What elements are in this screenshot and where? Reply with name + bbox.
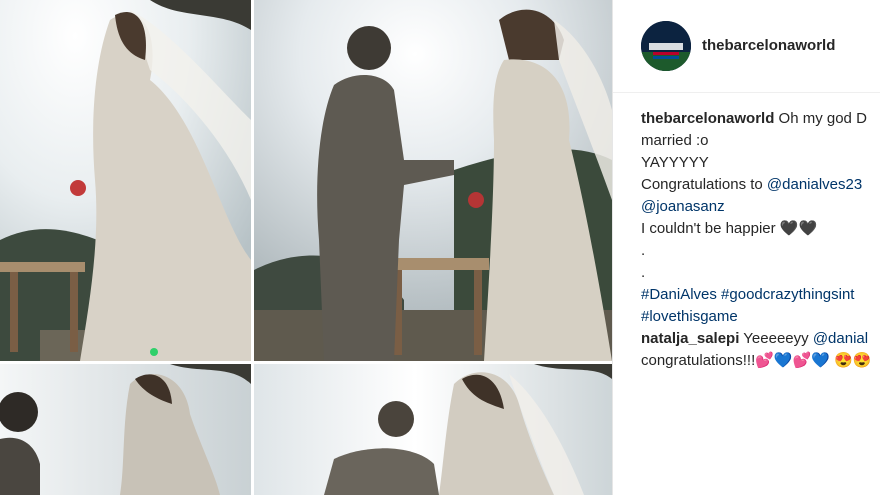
- mention-link-joanasanz[interactable]: @joanasanz: [641, 198, 725, 215]
- caption-line-5: @joanasanz: [641, 196, 880, 218]
- photo-couple-bottom-right: [254, 364, 612, 495]
- caption-dot-2: .: [641, 264, 646, 281]
- caption-hashtags-line: #DaniAlves #goodcrazythingsint: [641, 284, 880, 306]
- caption-author[interactable]: thebarcelonaworld: [641, 110, 774, 127]
- hashtag-link-lovethisgame[interactable]: #lovethisgame: [641, 308, 738, 325]
- hashtag-link-danialves[interactable]: #DaniAlves: [641, 286, 717, 303]
- photo-couple-vows: [254, 0, 612, 361]
- caption-line-2: married :o: [641, 132, 709, 149]
- comment-line-2: congratulations!!!💕💙💕💙 😍😍: [641, 350, 880, 372]
- comment-mention-link[interactable]: @danial: [813, 330, 868, 347]
- hearts-emoji-icon: 💕💙💕💙 😍😍: [755, 352, 872, 369]
- photo-collage[interactable]: [0, 0, 612, 495]
- caption-text-1: Oh my god D: [778, 110, 867, 127]
- comment-text-2: congratulations!!!: [641, 352, 756, 369]
- photo-bride: [0, 0, 251, 361]
- profile-username[interactable]: thebarcelonaworld: [702, 37, 835, 54]
- caption-line-1: thebarcelonaworld Oh my god D: [641, 108, 880, 130]
- mention-link-danialves[interactable]: @danialves23: [767, 176, 862, 193]
- caption-text-6: I couldn't be happier: [641, 220, 776, 237]
- black-hearts-icon: 🖤🖤: [779, 220, 818, 237]
- caption-line-4: Congratulations to @danialves23: [641, 174, 880, 196]
- caption-line-6: I couldn't be happier 🖤🖤: [641, 218, 880, 240]
- caption-text-4: Congratulations to: [641, 176, 763, 193]
- comment-text: Yeeeeeyy: [743, 330, 809, 347]
- comments-section: thebarcelonaworld Oh my god D married :o…: [641, 108, 880, 372]
- comment-author[interactable]: natalja_salepi: [641, 330, 739, 347]
- caption-dot-1: .: [641, 242, 646, 259]
- comment-line-1: natalja_salepi Yeeeeeyy @danial: [641, 328, 880, 350]
- caption-line-3: YAYYYYY: [641, 154, 709, 171]
- photo-couple-bottom-left: [0, 364, 251, 495]
- instagram-sidebar: thebarcelonaworld thebarcelonaworld Oh m…: [612, 0, 880, 495]
- caption-hashtags-line-2: #lovethisgame: [641, 306, 880, 328]
- hashtag-link-goodcrazythings[interactable]: #goodcrazythingsint: [721, 286, 854, 303]
- profile-avatar[interactable]: [641, 21, 691, 71]
- post-header: thebarcelonaworld: [613, 0, 880, 93]
